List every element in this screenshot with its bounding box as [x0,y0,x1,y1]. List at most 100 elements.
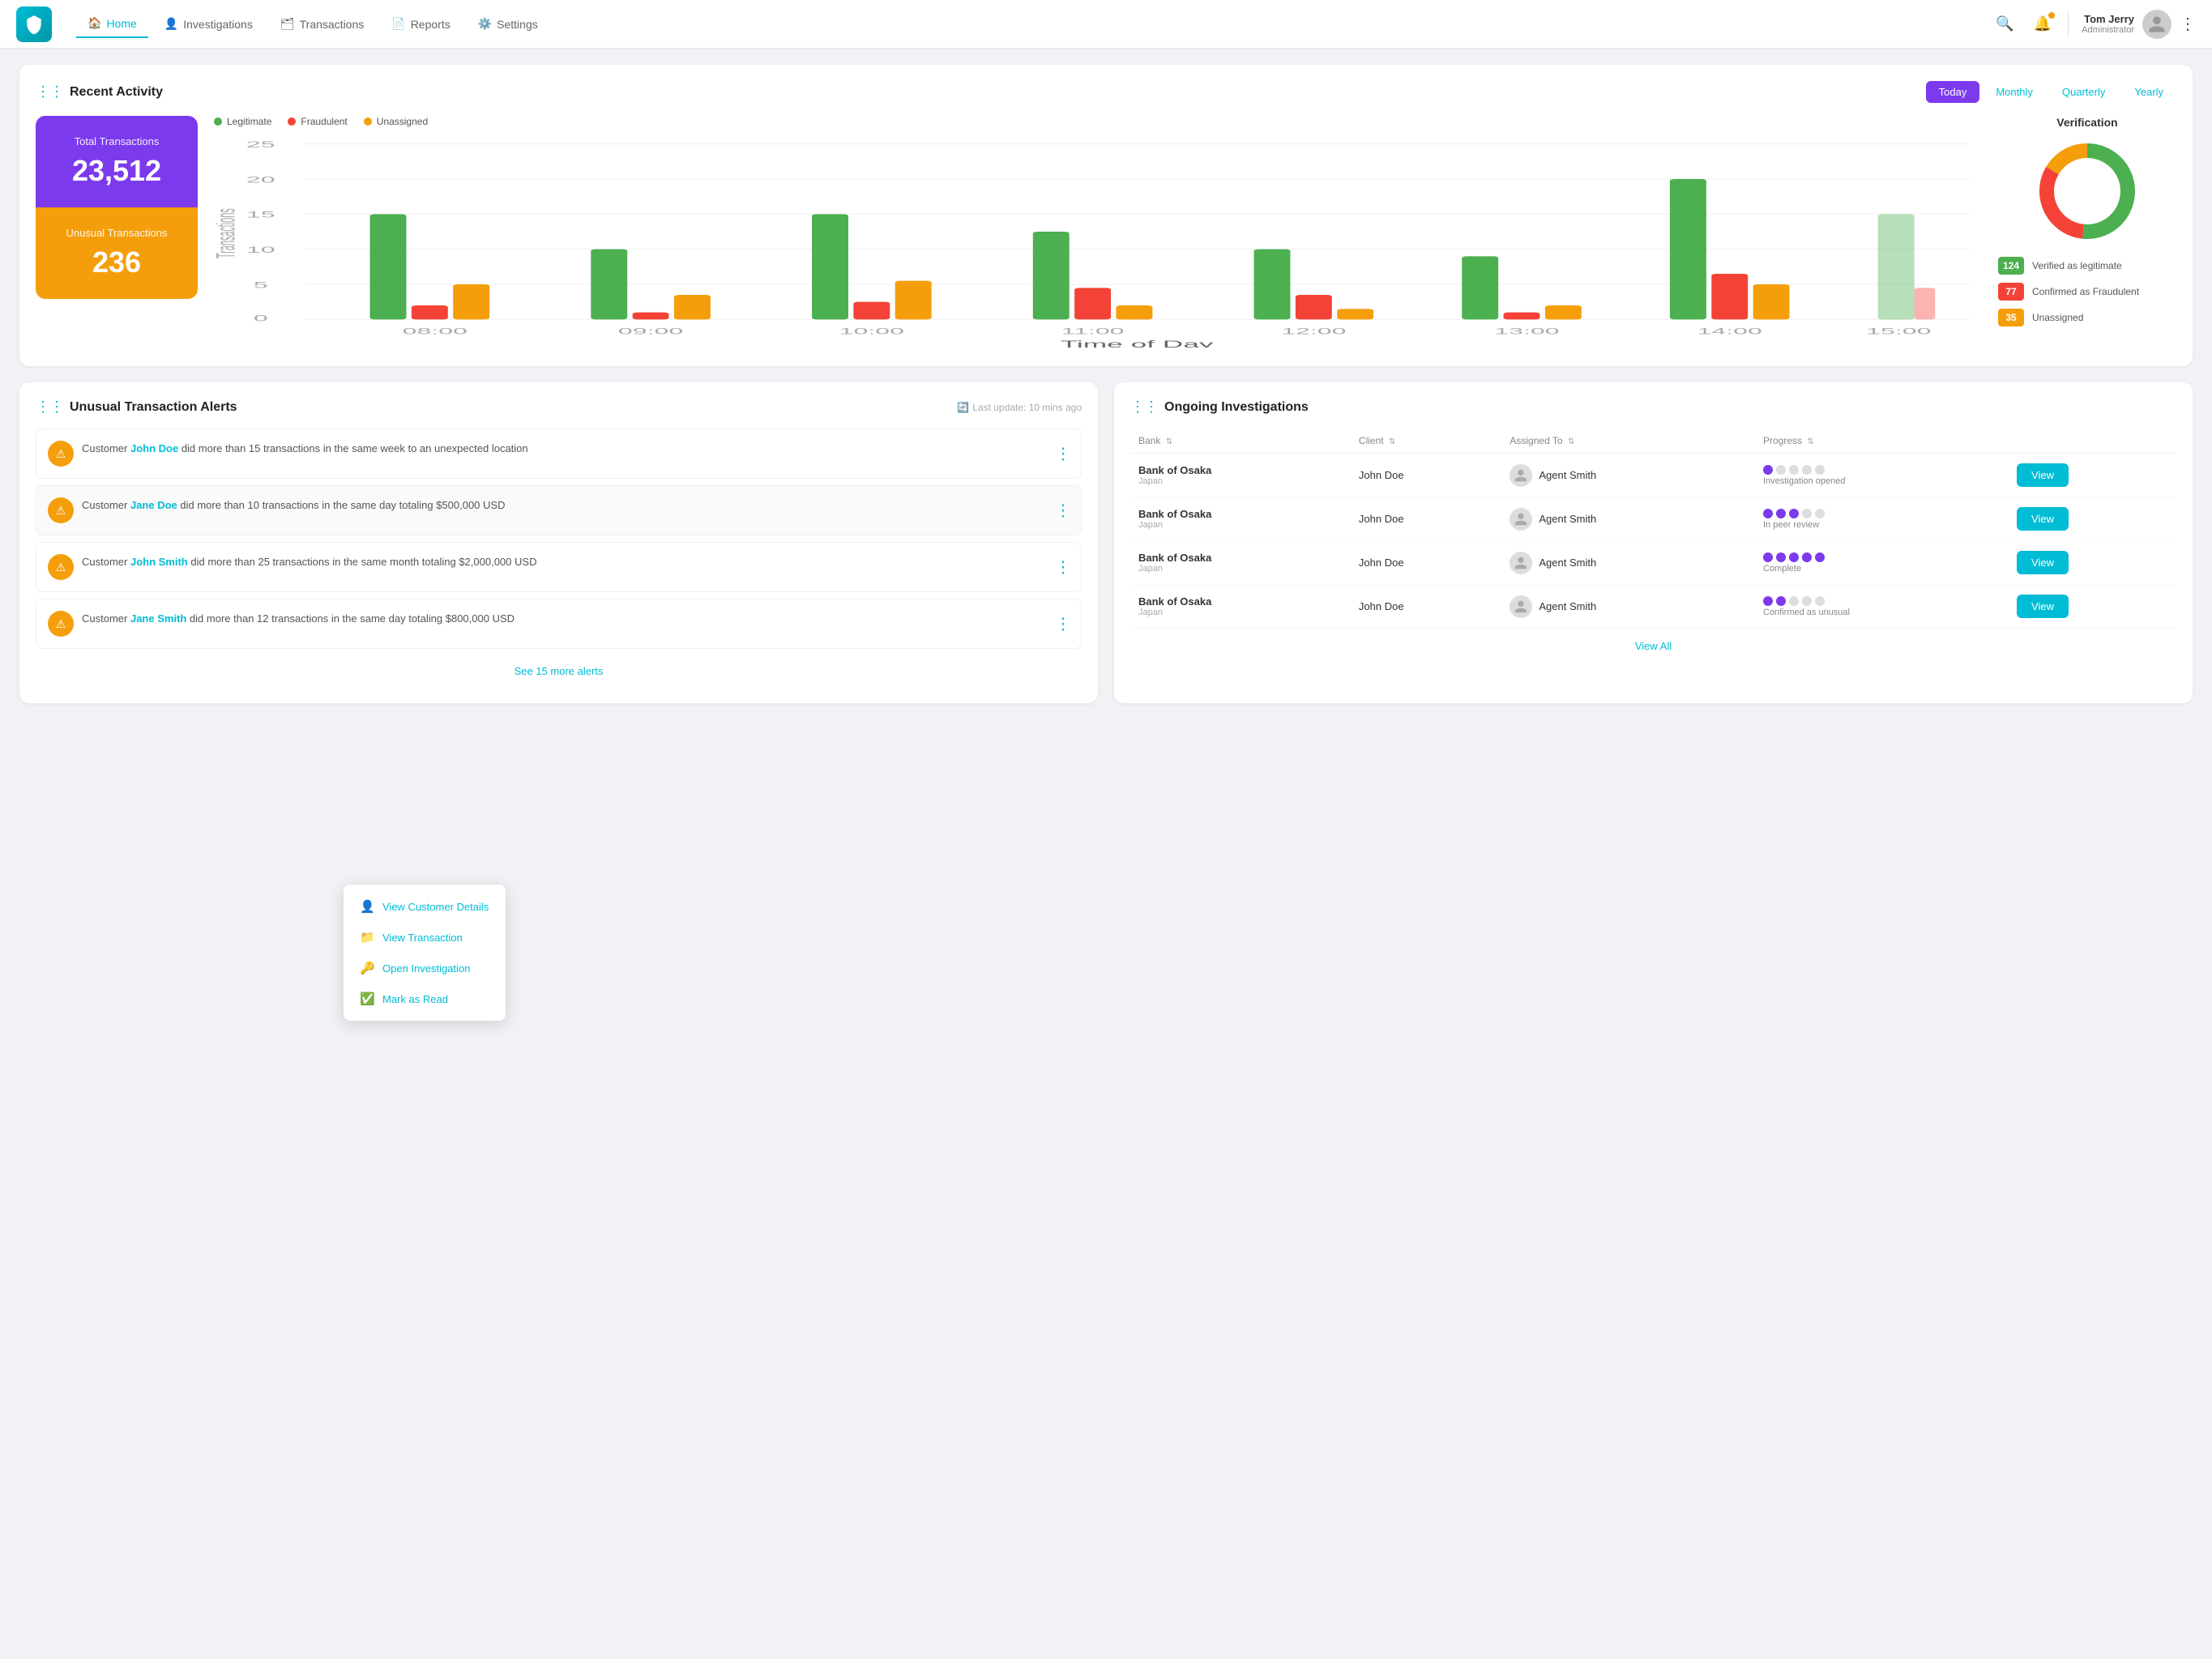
alert-menu-button-3[interactable]: ⋮ [1052,614,1074,634]
avatar[interactable] [2142,10,2171,39]
investigations-title: Ongoing Investigations [1164,400,1309,415]
period-yearly-button[interactable]: Yearly [2121,81,2176,103]
progress-dots [1763,596,2001,606]
progress-sort[interactable]: ⇅ [1807,437,1813,446]
agent-name-3: Agent Smith [1539,600,1596,612]
legitimate-dot [214,117,222,126]
nav-investigations[interactable]: 👤 Investigations [153,11,264,37]
progress-cell-0: Investigation opened [1755,454,2009,497]
context-view-customer[interactable]: 👤 View Customer Details [344,891,506,922]
client-cell-3: John Doe [1351,585,1501,629]
col-client: Client ⇅ [1351,429,1501,454]
alert-customer-0[interactable]: John Doe [130,442,178,454]
mark-read-label: Mark as Read [382,993,448,1005]
bar-chart: 25 20 15 10 5 0 Transactions [214,137,1982,348]
assigned-sort[interactable]: ⇅ [1568,437,1574,446]
progress-dot-3 [1802,552,1812,562]
context-open-investigation[interactable]: 🔑 Open Investigation [344,953,506,983]
investigations-header: ⋮⋮ Ongoing Investigations [1130,399,2176,416]
col-bank: Bank ⇅ [1130,429,1351,454]
navbar: 🏠 Home 👤 Investigations 🗂 Transactions 📄… [0,0,2212,49]
progress-dot-4 [1815,509,1825,518]
svg-text:13:00: 13:00 [1494,326,1559,336]
home-icon: 🏠 [88,16,101,30]
nav-right: 🔍 🔔 Tom Jerry Administrator ⋮ [1992,10,2196,39]
search-button[interactable]: 🔍 [1992,12,2017,36]
view-button-3[interactable]: View [2017,595,2069,618]
progress-label-1: In peer review [1763,520,2001,530]
alert-menu-button-1[interactable]: ⋮ [1052,501,1074,521]
progress-dot-2 [1789,465,1799,475]
svg-text:10: 10 [246,245,275,255]
recent-activity-header: ⋮⋮ Recent Activity Today Monthly Quarter… [36,81,2176,103]
activity-row: Total Transactions 23,512 Unusual Transa… [36,116,2176,350]
donut-chart [1998,139,2176,244]
nav-reports[interactable]: 📄 Reports [380,11,461,37]
period-quarterly-button[interactable]: Quarterly [2049,81,2118,103]
user-name: Tom Jerry [2082,13,2134,25]
open-investigation-label: Open Investigation [382,962,470,975]
nav-more-button[interactable]: ⋮ [2180,14,2196,34]
bank-name-0: Bank of Osaka [1138,464,1343,476]
agent-name-2: Agent Smith [1539,557,1596,569]
nav-transactions[interactable]: 🗂 Transactions [269,11,375,37]
client-cell-2: John Doe [1351,541,1501,585]
period-monthly-button[interactable]: Monthly [1983,81,2046,103]
recent-activity-title: Recent Activity [70,85,163,100]
alert-customer-3[interactable]: Jane Smith [130,612,186,625]
client-sort[interactable]: ⇅ [1389,437,1395,446]
progress-dot-4 [1815,596,1825,606]
user-info: Tom Jerry Administrator [2082,13,2134,35]
period-today-button[interactable]: Today [1926,81,1980,103]
unassigned-badge: 35 [1998,309,2024,326]
nav-divider [2068,12,2069,36]
unusual-transactions-value: 236 [52,245,181,279]
verification-fraudulent: 77 Confirmed as Fraudulent [1998,283,2176,301]
alert-menu-button-0[interactable]: ⋮ [1052,444,1074,464]
notification-badge: 🔔 [2031,12,2055,36]
stats-column: Total Transactions 23,512 Unusual Transa… [36,116,198,299]
context-mark-read[interactable]: ✅ Mark as Read [344,983,506,1014]
assigned-cell-1: Agent Smith [1501,497,1755,541]
progress-dot-4 [1815,465,1825,475]
alert-customer-1[interactable]: Jane Doe [130,499,177,511]
alert-text-1: Customer Jane Doe did more than 10 trans… [82,497,1070,514]
view-all-button[interactable]: View All [1130,629,2176,663]
folder-icon: 📁 [360,930,374,945]
nav-settings[interactable]: ⚙️ Settings [467,11,549,37]
bank-country-3: Japan [1138,608,1343,617]
svg-text:Time of Day: Time of Day [1061,339,1215,348]
alerts-title: Unusual Transaction Alerts [70,400,237,415]
svg-text:15:00: 15:00 [1866,326,1931,336]
alert-menu-button-2[interactable]: ⋮ [1052,557,1074,578]
nav-links: 🏠 Home 👤 Investigations 🗂 Transactions 📄… [76,10,1992,38]
context-view-transaction[interactable]: 📁 View Transaction [344,922,506,953]
bank-country-2: Japan [1138,564,1343,574]
verification-column: Verification 124 [1998,116,2176,326]
bank-sort[interactable]: ⇅ [1166,437,1172,446]
action-cell-0: View [2009,454,2176,497]
view-button-0[interactable]: View [2017,463,2069,487]
legend-legitimate-label: Legitimate [227,116,271,127]
alerts-dots-icon[interactable]: ⋮⋮ [36,399,63,416]
fraudulent-label: Confirmed as Fraudulent [2032,286,2139,297]
svg-text:11:00: 11:00 [1061,326,1125,336]
section-dots-icon[interactable]: ⋮⋮ [36,83,63,100]
view-button-2[interactable]: View [2017,551,2069,574]
see-more-alerts[interactable]: See 15 more alerts [36,655,1082,687]
nav-home[interactable]: 🏠 Home [76,10,148,38]
alerts-header: ⋮⋮ Unusual Transaction Alerts 🔄 Last upd… [36,399,1082,416]
alert-customer-2[interactable]: John Smith [130,556,188,568]
alert-item-1: ⚠ Customer Jane Doe did more than 10 tra… [36,485,1082,535]
action-cell-3: View [2009,585,2176,629]
fraudulent-dot [288,117,296,126]
investigations-dots-icon[interactable]: ⋮⋮ [1130,399,1158,416]
unassigned-label: Unassigned [2032,312,2083,323]
progress-dot-1 [1776,509,1786,518]
chart-column: Legitimate Fraudulent Unassigned 25 20 [214,116,1982,350]
svg-text:15: 15 [246,210,275,220]
bottom-row: ⋮⋮ Unusual Transaction Alerts 🔄 Last upd… [19,382,2193,703]
bank-cell-0: Bank of OsakaJapan [1130,454,1351,497]
view-button-1[interactable]: View [2017,507,2069,531]
view-transaction-label: View Transaction [382,932,463,944]
